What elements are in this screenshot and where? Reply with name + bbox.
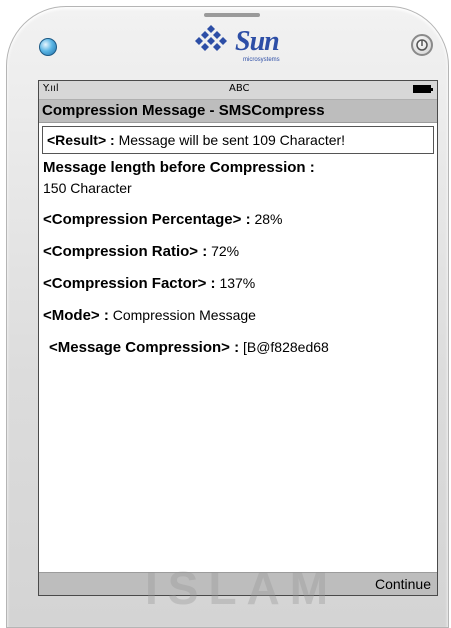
mode-label: <Mode> : bbox=[43, 307, 109, 324]
sun-logo: Sun microsystems bbox=[191, 23, 291, 73]
mode-field: <Mode> : Compression Message bbox=[39, 305, 437, 326]
signal-strength-icon: Y.ııl bbox=[43, 83, 59, 94]
percentage-value: 28% bbox=[254, 211, 283, 227]
ratio-value: 72% bbox=[211, 243, 240, 259]
length-label: Message length before Compression : bbox=[43, 159, 315, 176]
continue-softkey[interactable]: Continue bbox=[375, 576, 431, 592]
brand-name: Sun bbox=[235, 26, 280, 57]
sun-diamond-icon bbox=[195, 25, 227, 51]
factor-field: <Compression Factor> : 137% bbox=[39, 273, 437, 294]
phone-screen: Y.ııl ABC Compression Message - SMSCompr… bbox=[38, 80, 438, 596]
power-button[interactable] bbox=[411, 34, 433, 56]
factor-label: <Compression Factor> : bbox=[43, 275, 216, 292]
result-text: Message will be sent 109 Character! bbox=[118, 132, 346, 148]
factor-value: 137% bbox=[219, 275, 256, 291]
screen-title: Compression Message - SMSCompress bbox=[39, 100, 437, 123]
softkey-bar: Continue bbox=[39, 572, 437, 595]
battery-icon bbox=[413, 85, 433, 93]
message-field: <Message Compression> : [B@f828ed68 bbox=[39, 337, 437, 358]
ratio-field: <Compression Ratio> : 72% bbox=[39, 241, 437, 262]
input-mode-indicator: ABC bbox=[229, 83, 250, 94]
brand-subtitle: microsystems bbox=[243, 57, 280, 63]
length-value: 150 Character bbox=[43, 180, 132, 196]
result-box: <Result> : Message will be sent 109 Char… bbox=[42, 126, 434, 154]
message-value: [B@f828ed68 bbox=[242, 339, 329, 355]
status-bar: Y.ııl ABC bbox=[39, 81, 437, 100]
led-icon bbox=[39, 38, 57, 56]
length-field: Message length before Compression : 150 … bbox=[39, 158, 437, 198]
percentage-label: <Compression Percentage> : bbox=[43, 211, 251, 228]
message-label: <Message Compression> : bbox=[49, 339, 240, 356]
ratio-label: <Compression Ratio> : bbox=[43, 243, 208, 260]
speaker-grille bbox=[204, 13, 260, 17]
mode-value: Compression Message bbox=[112, 307, 256, 323]
percentage-field: <Compression Percentage> : 28% bbox=[39, 209, 437, 230]
power-icon bbox=[416, 39, 428, 51]
result-label: <Result> : bbox=[47, 132, 115, 148]
